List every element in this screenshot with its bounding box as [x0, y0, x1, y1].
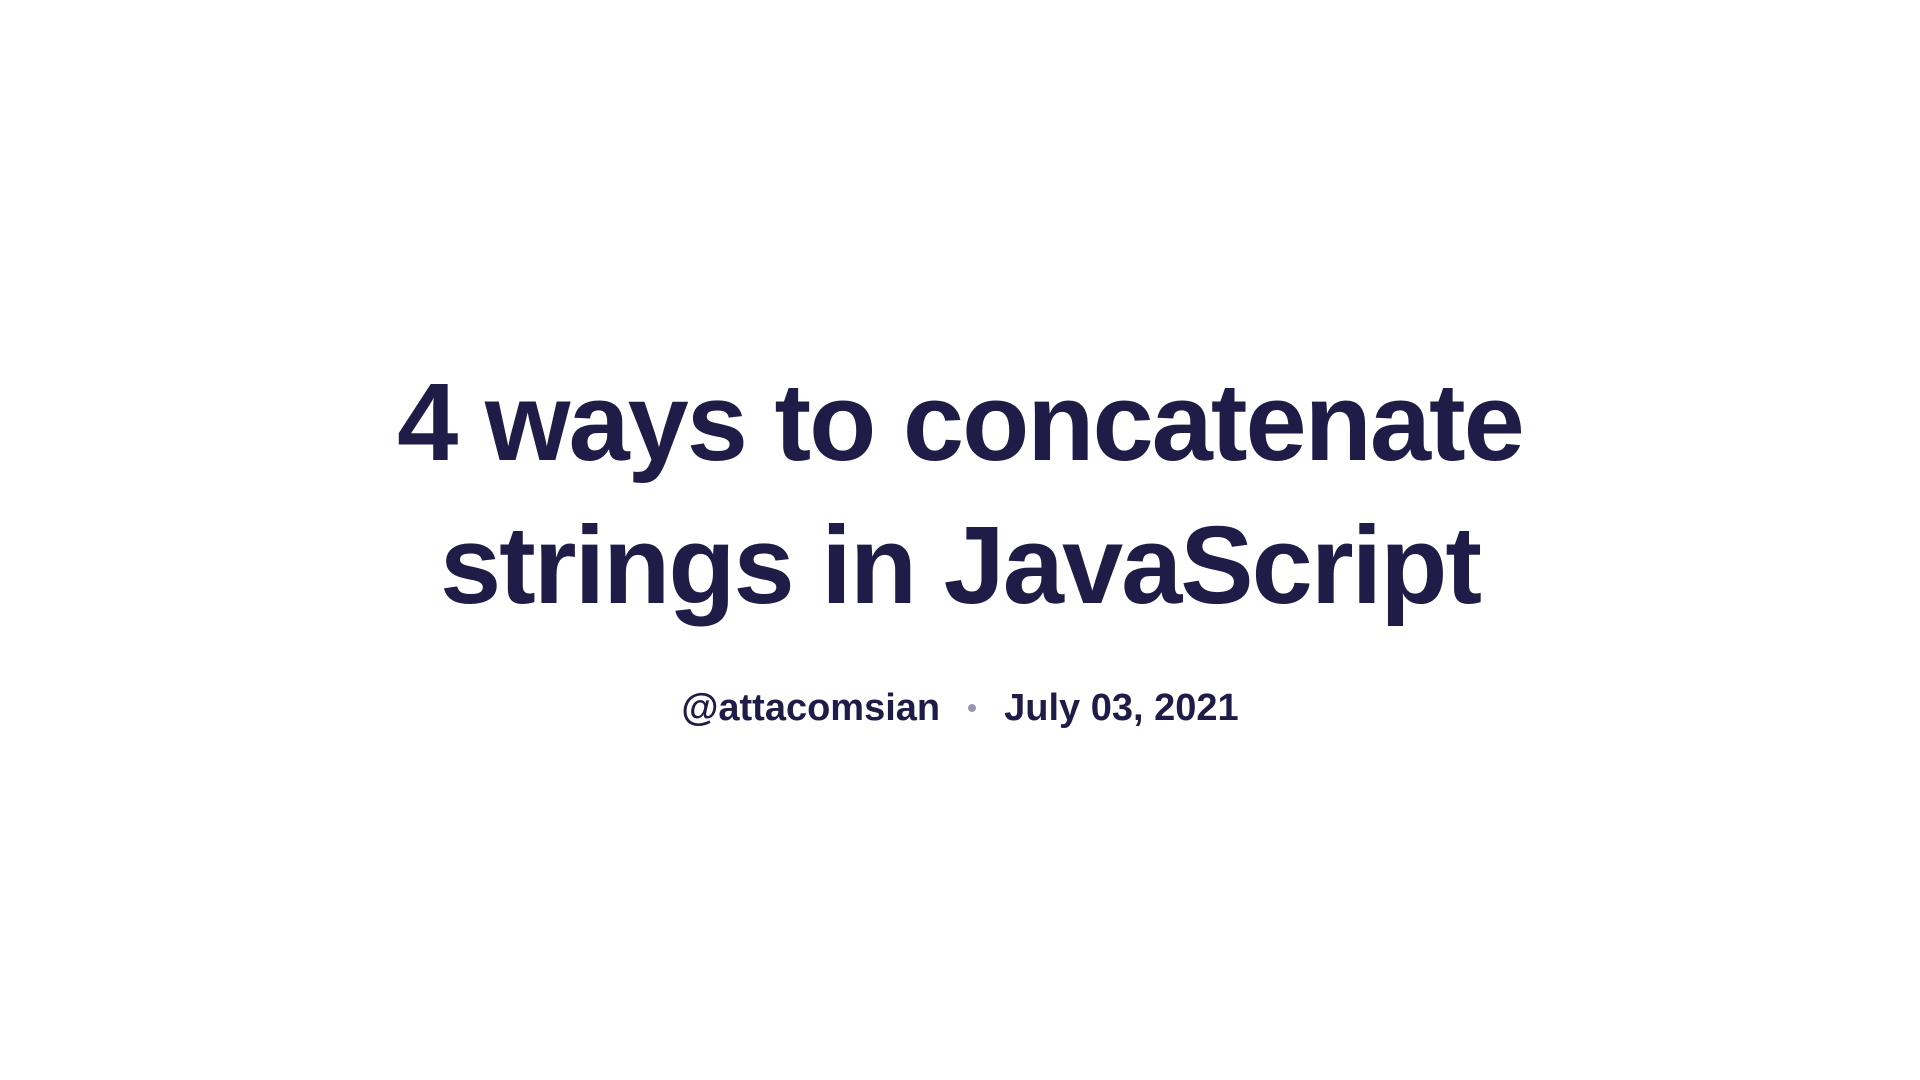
publish-date: July 03, 2021: [1004, 687, 1239, 730]
page-title: 4 ways to concatenate strings in JavaScr…: [360, 351, 1560, 637]
author-handle: @attacomsian: [681, 687, 940, 730]
content-container: 4 ways to concatenate strings in JavaScr…: [360, 351, 1560, 730]
meta-row: @attacomsian July 03, 2021: [360, 687, 1560, 730]
separator-dot: [968, 704, 976, 712]
